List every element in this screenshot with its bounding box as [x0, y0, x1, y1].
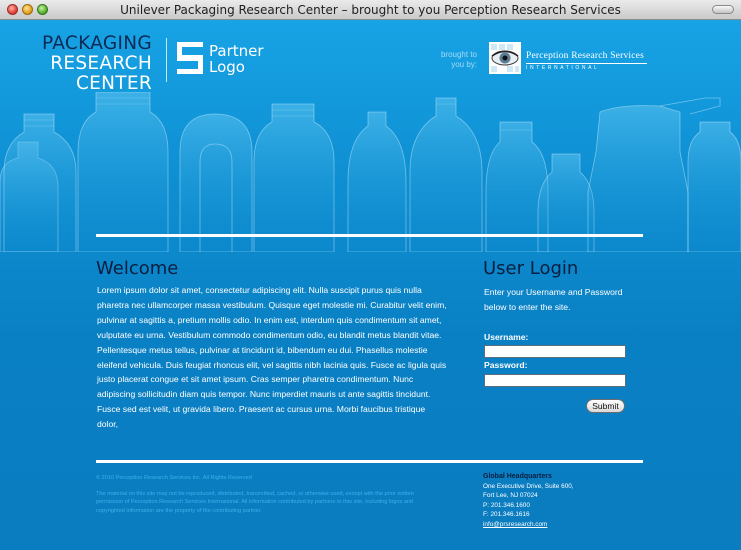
brought-to-you-by-label: brought to you by: — [427, 50, 477, 70]
partner-logo-line2: Logo — [209, 58, 245, 76]
partner-logo-line1: Partner — [209, 42, 264, 60]
hq-address-line2: Fort Lee, NJ 07024 — [483, 492, 538, 500]
partner-logo-icon — [177, 42, 203, 74]
browser-window: Unilever Packaging Research Center – bro… — [0, 0, 741, 550]
user-login-heading: User Login — [483, 258, 579, 279]
login-instructions: Enter your Username and Password below t… — [484, 287, 623, 312]
brought-line2: you by: — [451, 60, 477, 69]
prs-eye-logo-icon[interactable] — [489, 42, 521, 74]
content-bottom-rule — [96, 460, 643, 463]
welcome-heading: Welcome — [96, 258, 179, 279]
submit-button[interactable]: Submit — [586, 399, 625, 413]
logo-line-center: CENTER — [75, 73, 153, 94]
disclaimer-text: The material on this site may not be rep… — [96, 491, 414, 514]
toolbar-toggle-button[interactable] — [712, 5, 734, 14]
copyright-text: © 2010 Perception Research Services Inc.… — [96, 475, 252, 481]
hq-title: Global Headquarters — [483, 473, 552, 480]
window-title: Unilever Packaging Research Center – bro… — [120, 3, 621, 17]
page: PACKAGING RESEARCH CENTER Partner Logo b… — [0, 20, 741, 550]
username-input[interactable] — [484, 345, 626, 358]
packaging-research-center-logo[interactable]: PACKAGING RESEARCH CENTER — [42, 34, 152, 94]
password-label: Password: — [484, 360, 528, 370]
prs-company-name[interactable]: Perception Research Services — [526, 51, 644, 61]
headquarters-address: Global Headquarters One Executive Drive,… — [483, 472, 574, 530]
logo-line-packaging: PACKAGING — [42, 33, 153, 54]
title-bar: Unilever Packaging Research Center – bro… — [0, 0, 741, 20]
hq-fax: F: 201.346.1616 — [483, 511, 530, 519]
password-input[interactable] — [484, 374, 626, 387]
partner-logo-text: Partner Logo — [209, 43, 264, 75]
prs-international-label: INTERNATIONAL — [526, 65, 600, 71]
content-top-rule — [96, 234, 643, 237]
hq-address-line1: One Executive Drive, Suite 600, — [483, 482, 574, 490]
hq-email-link[interactable]: info@prsresearch.com — [483, 520, 574, 530]
header-divider — [166, 38, 167, 82]
bottles-banner-image — [0, 92, 741, 252]
brought-line1: brought to — [440, 50, 477, 59]
username-label: Username: — [484, 332, 529, 342]
hq-phone: P: 201.346.1600 — [483, 501, 530, 509]
welcome-body-text: Lorem ipsum dolor sit amet, consectetur … — [97, 285, 447, 430]
prs-name-underline — [526, 63, 647, 64]
logo-line-research: RESEARCH — [50, 53, 153, 74]
